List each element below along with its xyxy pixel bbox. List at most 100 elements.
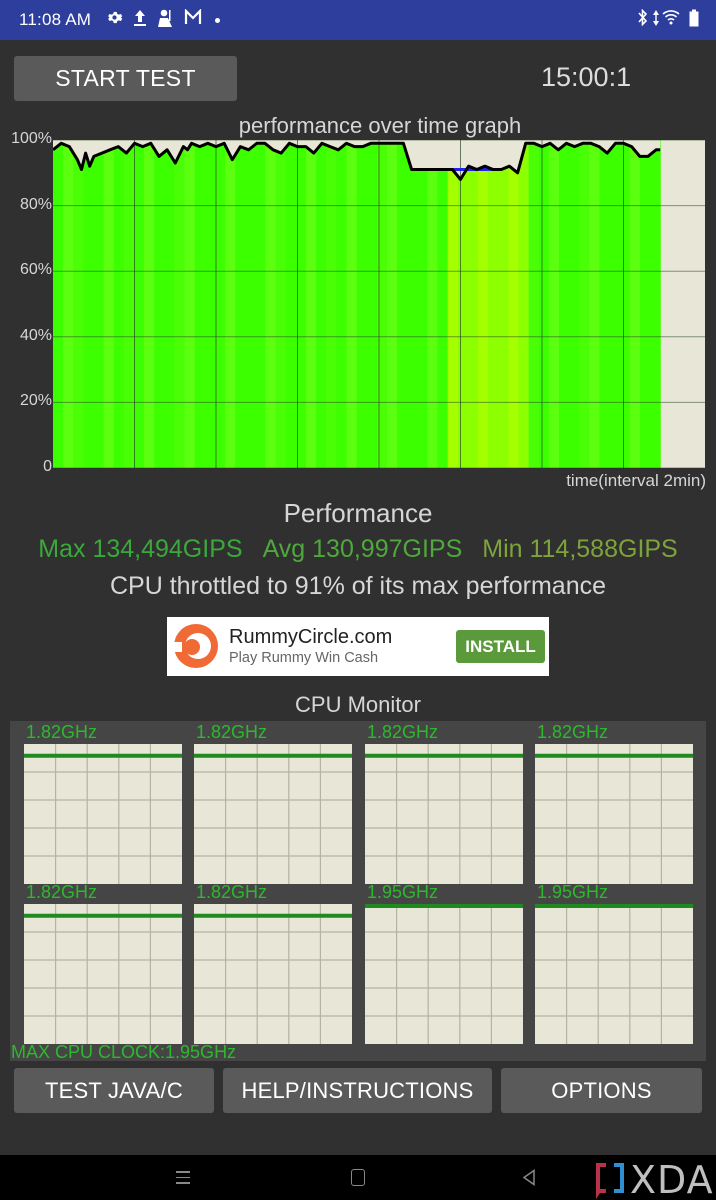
performance-band	[356, 140, 368, 468]
performance-band	[386, 140, 398, 468]
core-graph-bg	[24, 744, 182, 884]
cpu-core-graph	[24, 744, 182, 884]
performance-band	[93, 140, 105, 468]
cpu-core-frequency: 1.82GHz	[196, 882, 268, 902]
cpu-core-frequency: 1.82GHz	[537, 722, 609, 742]
performance-band	[407, 140, 418, 468]
performance-band	[53, 140, 64, 468]
rummycircle-logo-icon	[172, 624, 218, 668]
performance-band	[498, 140, 509, 468]
performance-band	[579, 140, 590, 468]
performance-band	[538, 140, 550, 468]
max-gips: Max 134,494GIPS	[38, 535, 243, 563]
recents-menu-icon[interactable]	[176, 1171, 190, 1185]
notification-dot-icon	[215, 18, 220, 23]
cpu-core-frequency: 1.82GHz	[26, 722, 98, 742]
core-graph-bg	[24, 904, 182, 1044]
cpu-core-graph	[194, 904, 352, 1044]
performance-band	[245, 140, 256, 468]
performance-band	[518, 140, 530, 468]
core-graph-bg	[194, 904, 352, 1044]
back-icon[interactable]	[522, 1169, 536, 1186]
performance-band	[609, 140, 621, 468]
performance-band	[225, 140, 236, 468]
home-icon[interactable]	[351, 1169, 365, 1186]
performance-band	[366, 140, 378, 468]
test-timer: 15:00:1	[541, 62, 632, 92]
cpu-core-frequency: 1.95GHz	[367, 882, 439, 902]
x-axis-label: time(interval 2min)	[566, 471, 706, 490]
performance-band	[376, 140, 388, 468]
performance-band	[133, 140, 145, 468]
cpu-core-frequency: 1.82GHz	[367, 722, 439, 742]
upload-icon	[133, 9, 147, 33]
y-tick-label: 20%	[19, 392, 52, 410]
core-graph-bg	[535, 744, 693, 884]
performance-band	[265, 140, 277, 468]
performance-band	[305, 140, 317, 468]
avg-gips: Avg 130,997GIPS	[262, 535, 463, 563]
core-graph-bg	[365, 744, 523, 884]
performance-band	[113, 140, 125, 468]
cpu-core-graph	[535, 744, 693, 884]
performance-band	[255, 140, 267, 468]
cpu-core-graph	[194, 744, 352, 884]
performance-band	[63, 140, 74, 468]
help-instructions-button[interactable]: HELP/INSTRUCTIONS	[223, 1068, 492, 1113]
performance-band	[619, 140, 631, 468]
options-button[interactable]: OPTIONS	[501, 1068, 702, 1113]
core-graph-bg	[365, 904, 523, 1044]
performance-band	[144, 140, 155, 468]
status-time: 11:08 AM	[19, 10, 92, 29]
gmail-icon	[184, 8, 202, 31]
performance-band	[639, 140, 651, 468]
performance-band	[235, 140, 246, 468]
wifi-icon	[662, 9, 680, 31]
performance-band	[629, 140, 641, 468]
performance-band	[83, 140, 95, 468]
performance-band	[184, 140, 196, 468]
performance-band	[103, 140, 115, 468]
performance-band	[164, 140, 176, 468]
battery-icon	[689, 9, 699, 33]
performance-band	[346, 140, 358, 468]
performance-band	[599, 140, 611, 468]
bluetooth-icon	[638, 8, 648, 32]
performance-stats: Max 134,494GIPS Avg 130,997GIPS Min 114,…	[0, 535, 716, 564]
cpu-monitor-panel: 1.82GHz 1.82GHz 1.82GHz 1.82GHz 1.82GHz 1.82G…	[10, 721, 706, 1061]
performance-band	[194, 140, 206, 468]
max-cpu-clock: MAX CPU CLOCK:1.95GHz	[11, 1042, 237, 1062]
user-badge-icon	[157, 9, 174, 33]
performance-band	[427, 140, 439, 468]
cpu-core-graph	[24, 904, 182, 1044]
performance-band	[650, 140, 661, 468]
start-test-button[interactable]: START TEST	[14, 56, 237, 101]
performance-band	[488, 140, 499, 468]
performance-band	[417, 140, 429, 468]
cpu-core-graph	[535, 904, 693, 1044]
throttle-summary: CPU throttled to 91% of its max performa…	[109, 572, 607, 600]
performance-band	[478, 140, 489, 468]
performance-band	[326, 140, 337, 468]
y-tick-label: 80%	[19, 195, 52, 213]
performance-band	[457, 140, 469, 468]
cpu-core-graph	[365, 744, 523, 884]
gear-icon	[106, 9, 123, 32]
y-tick-label: 100%	[11, 130, 52, 147]
performance-band	[447, 140, 459, 468]
performance-band	[508, 140, 520, 468]
test-java-c-button[interactable]: TEST JAVA/C	[14, 1068, 214, 1113]
y-tick-label: 40%	[19, 326, 52, 344]
performance-band	[316, 140, 327, 468]
ad-banner[interactable]: RummyCircle.com Play Rummy Win Cash INST…	[167, 617, 549, 676]
performance-band	[73, 140, 84, 468]
graph-title: performance over time graph	[238, 113, 522, 138]
ad-install-button[interactable]: INSTALL	[456, 630, 545, 663]
performance-band	[275, 140, 287, 468]
core-graph-bg	[535, 904, 693, 1044]
core-graph-bg	[194, 744, 352, 884]
performance-band	[548, 140, 560, 468]
status-bar: 11:08 AM	[0, 0, 716, 40]
cpu-core-frequency: 1.82GHz	[196, 722, 268, 742]
performance-band	[174, 140, 186, 468]
